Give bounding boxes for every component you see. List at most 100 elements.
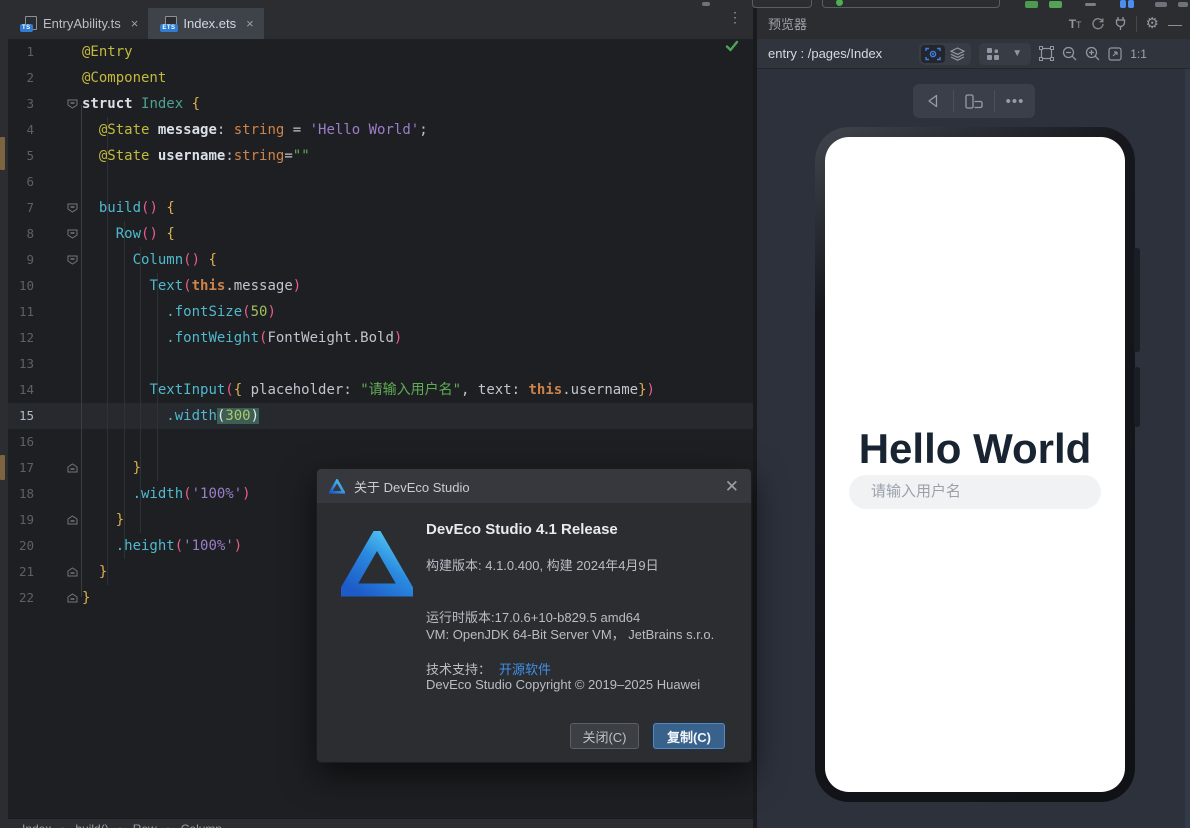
breadcrumb-item[interactable]: Column [181,822,222,828]
breadcrumb-separator: › [61,822,65,828]
run-button-partial[interactable] [1025,1,1038,8]
preview-username-input[interactable]: 请输入用户名 [849,475,1101,509]
preview-page-label: entry : /pages/Index [768,46,883,61]
fold-marker-icon[interactable] [34,455,82,481]
line-number: 3 [26,96,34,111]
line-number: 6 [26,174,34,189]
about-dialog: 关于 DevEco Studio ✕ DevEco Studio 4.1 Rel… [316,468,752,763]
code-line-4[interactable]: 4 @State message: string = 'Hello World'… [8,117,753,143]
previewer-header: 预览器 TT ⚙ — [757,8,1190,39]
fold-column [34,429,82,455]
fold-marker-icon[interactable] [34,91,82,117]
more-button[interactable]: ••• [995,84,1035,118]
fold-column [34,169,82,195]
support-label: 技术支持： [426,662,492,677]
fold-marker-icon[interactable] [34,559,82,585]
code-line-6[interactable]: 6 [8,169,753,195]
debug-button-partial[interactable] [1049,1,1062,8]
editor-options-kebab-icon[interactable]: ⋮ [728,10,742,33]
device-selector[interactable] [822,0,1000,8]
inspections-ok-icon[interactable] [725,40,739,52]
tab-label: EntryAbility.ts [43,16,121,31]
zoom-ratio-label[interactable]: 1:1 [1130,47,1147,61]
about-vm-line: VM: OpenJDK 64-Bit Server VM， JetBrains … [426,627,715,642]
fold-marker-icon[interactable] [34,507,82,533]
stop-button-partial[interactable] [1085,3,1096,6]
close-icon[interactable]: ✕ [725,478,739,495]
profiler-button-partial2[interactable] [1128,0,1134,8]
profiler-button-partial[interactable] [1120,0,1126,8]
about-support-line: 技术支持： 开源软件 [426,659,551,678]
plug-icon[interactable] [1114,16,1127,31]
fold-marker-icon[interactable] [34,247,82,273]
preview-eye-button[interactable] [921,44,946,63]
tab-entryability[interactable]: TS EntryAbility.ts × [8,8,148,39]
components-grid-icon[interactable] [981,45,1005,63]
code-line-12[interactable]: 12 .fontWeight(FontWeight.Bold) [8,325,753,351]
fold-column [34,273,82,299]
code-line-16[interactable]: 16 [8,429,753,455]
breadcrumb-item[interactable]: Index [22,822,51,828]
code-text: .width(300) [166,408,260,424]
line-number: 8 [26,226,34,241]
code-line-3[interactable]: 3 struct Index { [8,91,753,117]
code-line-14[interactable]: 14 TextInput({ placeholder: "请输入用户名", te… [8,377,753,403]
settings-button-partial[interactable] [1178,2,1188,7]
code-line-15[interactable]: 15 .width(300) [8,403,753,429]
open-source-link[interactable]: 开源软件 [499,662,551,677]
font-size-icon[interactable]: TT [1069,17,1082,31]
code-line-10[interactable]: 10 Text(this.message) [8,273,753,299]
line-number: 14 [18,382,34,397]
run-config-dropdown[interactable] [752,0,812,8]
stripe-mark [0,455,5,480]
breadcrumb: Index › build() › Row › Column [8,818,753,828]
zoom-in-icon[interactable] [1085,46,1100,61]
code-line-1[interactable]: 1 @Entry [8,39,753,65]
minimize-icon[interactable]: — [1168,17,1182,31]
stripe-mark [0,137,5,170]
fold-column [34,533,82,559]
rotate-device-button[interactable] [954,84,994,118]
tool-window-stripe[interactable] [0,8,8,828]
rotate-device-icon [965,93,983,109]
preview-hello-text: Hello World [858,425,1092,472]
breadcrumb-item[interactable]: build() [75,822,108,828]
code-line-2[interactable]: 2 @Component [8,65,753,91]
code-line-9[interactable]: 9 Column() { [8,247,753,273]
close-dialog-button[interactable]: 关闭(C) [570,723,639,749]
fold-marker-icon[interactable] [34,585,82,611]
fit-to-screen-icon[interactable] [1108,46,1122,61]
editor-preview-splitter[interactable] [753,8,757,828]
about-product-name: DevEco Studio 4.1 Release [426,521,618,538]
chevron-down-icon[interactable]: ▼ [1005,45,1029,63]
previewer-canvas: ••• Hello World 请输入用户名 [757,68,1190,828]
code-line-8[interactable]: 8 Row() { [8,221,753,247]
tab-close-icon[interactable]: × [131,16,139,31]
code-text: build() { [98,200,175,216]
back-button[interactable] [913,84,953,118]
deveco-logo-large [341,531,413,597]
code-line-11[interactable]: 11 .fontSize(50) [8,299,753,325]
copy-info-button[interactable]: 复制(C) [653,723,725,749]
preview-scrollbar[interactable] [1185,68,1190,828]
code-line-5[interactable]: 5 @State username:string="" [8,143,753,169]
code-text: @State message: string = 'Hello World'; [98,122,428,138]
gear-icon[interactable]: ⚙ [1146,16,1159,31]
about-dialog-titlebar[interactable]: 关于 DevEco Studio ✕ [317,469,751,503]
breadcrumb-item[interactable]: Row [133,822,157,828]
fold-marker-icon[interactable] [34,195,82,221]
line-number: 18 [18,486,34,501]
code-line-13[interactable]: 13 [8,351,753,377]
line-number: 7 [26,200,34,215]
refresh-icon[interactable] [1091,17,1105,31]
search-button-partial[interactable] [1155,2,1167,7]
code-line-7[interactable]: 7 build() { [8,195,753,221]
tab-index-ets[interactable]: ETS Index.ets × [148,8,264,39]
tab-close-icon[interactable]: × [246,16,254,31]
layers-button[interactable] [945,45,969,63]
fold-marker-icon[interactable] [34,221,82,247]
frame-select-icon[interactable] [1039,46,1055,61]
zoom-out-icon[interactable] [1062,46,1077,61]
preview-mode-group [919,42,972,65]
line-number: 20 [18,538,34,553]
